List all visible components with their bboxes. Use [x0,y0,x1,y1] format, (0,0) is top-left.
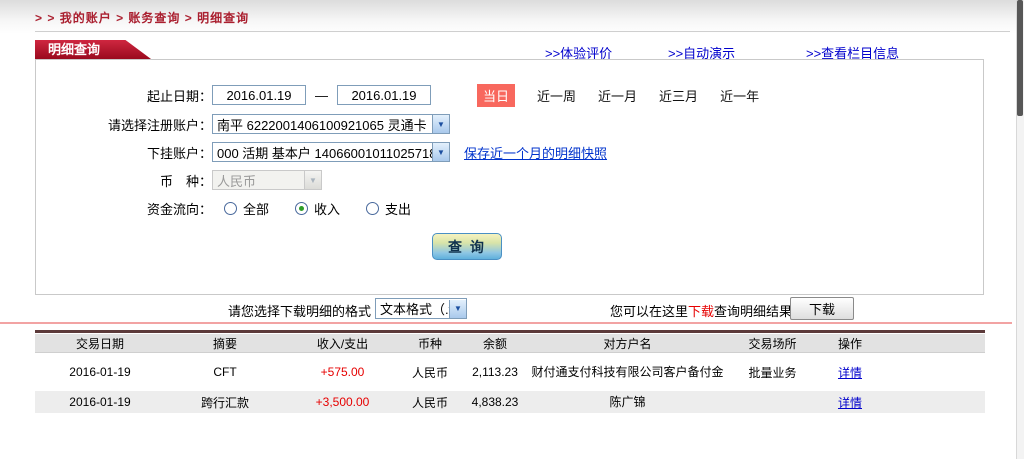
radio-flow-all[interactable] [224,202,237,215]
currency-value: 人民币 [213,171,304,190]
quick-range-today-badge[interactable]: 当日 [477,84,515,107]
col-header-currency: 币种 [400,335,460,352]
cell-date: 2016-01-19 [35,395,165,409]
breadcrumb-item-my-account[interactable]: 我的账户 [60,11,112,25]
cell-amount: +3,500.00 [285,395,400,409]
transactions-table: 交易日期 摘要 收入/支出 币种 余额 对方户名 交易场所 操作 2016-01… [35,334,985,413]
download-inline-link[interactable]: 下载 [688,304,714,319]
save-monthly-snapshot-link[interactable]: 保存近一个月的明细快照 [464,143,607,162]
cell-currency: 人民币 [400,394,460,411]
quick-range-quarter[interactable]: 近三月 [659,86,698,105]
cell-summary: 跨行汇款 [165,394,285,411]
cell-counterparty: 陈广锦 [530,393,725,411]
cell-currency: 人民币 [400,364,460,381]
download-result-hint: 您可以在这里下载查询明细结果 [610,301,792,320]
table-row: 2016-01-19 CFT +575.00 人民币 2,113.23 财付通支… [35,353,985,391]
cell-venue: 批量业务 [725,364,820,381]
tab-detail-query[interactable]: 明细查询 [35,40,151,59]
sub-account-row: 下挂账户： 000 活期 基本户 1406600101102571848 ▼ 保… [36,141,983,163]
sub-account-select[interactable]: 000 活期 基本户 1406600101102571848 ▼ [212,142,450,162]
quick-range-year[interactable]: 近一年 [720,86,759,105]
table-row: 2016-01-19 跨行汇款 +3,500.00 人民币 4,838.23 陈… [35,391,985,413]
link-auto-demo[interactable]: >>自动演示 [668,43,735,59]
table-header-row: 交易日期 摘要 收入/支出 币种 余额 对方户名 交易场所 操作 [35,334,985,353]
download-hint-pre: 您可以在这里 [610,304,688,319]
radio-flow-income-checked[interactable] [295,202,308,215]
col-header-counterparty: 对方户名 [530,335,725,352]
dropdown-arrow-icon[interactable]: ▼ [432,143,449,161]
fund-flow-label: 资金流向： [36,199,212,218]
download-format-value: 文本格式（.txt) [376,299,449,318]
date-range-row: 起止日期： — 当日 近一周 近一月 近三月 近一年 [36,84,983,106]
radio-flow-income-label[interactable]: 收入 [314,199,340,218]
table-top-bar [35,330,985,333]
detail-link[interactable]: 详情 [838,396,862,410]
sub-account-value: 000 活期 基本户 1406600101102571848 [213,143,432,162]
link-experience-rating[interactable]: >>体验评价 [545,43,612,59]
fund-flow-row: 资金流向： 全部 收入 支出 [36,197,983,219]
detail-link[interactable]: 详情 [838,366,862,380]
radio-flow-expense[interactable] [366,202,379,215]
registered-account-label: 请选择注册账户： [36,115,212,134]
breadcrumb-separator: > [185,11,193,25]
start-date-input[interactable] [212,85,306,105]
registered-account-value: 南平 6222001406100921065 灵通卡 [213,115,432,134]
col-header-action: 操作 [820,335,880,352]
download-button[interactable]: 下载 [790,297,854,320]
radio-flow-expense-label[interactable]: 支出 [385,199,411,218]
download-format-label: 请您选择下载明细的格式 [228,301,371,320]
cell-amount: +575.00 [285,365,400,379]
cell-balance: 4,838.23 [460,395,530,409]
breadcrumb-item-detail-query[interactable]: 明细查询 [197,11,249,25]
cell-balance: 2,113.23 [460,365,530,379]
breadcrumb: > > 我的账户 > 账务查询 > 明细查询 [35,9,249,26]
query-submit-button[interactable]: 查 询 [432,233,502,260]
radio-flow-all-label[interactable]: 全部 [243,199,269,218]
dropdown-arrow-icon: ▼ [304,171,321,189]
download-hint-post: 查询明细结果 [714,304,792,319]
quick-range-month[interactable]: 近一月 [598,86,637,105]
date-range-label: 起止日期： [36,86,212,105]
currency-row: 币 种： 人民币 ▼ [36,169,983,191]
col-header-balance: 余额 [460,335,530,352]
col-header-venue: 交易场所 [725,335,820,352]
breadcrumb-separator: > [116,11,124,25]
scrollbar-thumb[interactable] [1017,0,1023,116]
dropdown-arrow-icon[interactable]: ▼ [449,300,466,318]
query-form-panel: 起止日期： — 当日 近一周 近一月 近三月 近一年 请选择注册账户： 南平 6… [35,59,984,295]
col-header-date: 交易日期 [35,335,165,352]
col-header-summary: 摘要 [165,335,285,352]
dropdown-arrow-icon[interactable]: ▼ [432,115,449,133]
cell-counterparty: 财付通支付科技有限公司客户备付金 [530,363,725,381]
breadcrumb-item-account-query[interactable]: 账务查询 [128,11,180,25]
quick-range-week[interactable]: 近一周 [537,86,576,105]
download-format-select[interactable]: 文本格式（.txt) ▼ [375,298,467,319]
currency-select-disabled: 人民币 ▼ [212,170,322,190]
cell-summary: CFT [165,365,285,379]
cell-date: 2016-01-19 [35,365,165,379]
link-view-column-info[interactable]: >>查看栏目信息 [806,43,899,59]
clipped-top-right-text [945,0,1005,3]
horizontal-divider [35,31,1010,32]
registered-account-row: 请选择注册账户： 南平 6222001406100921065 灵通卡 ▼ [36,113,983,135]
end-date-input[interactable] [337,85,431,105]
breadcrumb-prefix: > > [35,11,55,25]
date-separator: — [315,88,328,103]
vertical-scrollbar[interactable] [1016,0,1024,459]
pink-divider [0,322,1012,324]
clipped-bottom-left-link[interactable] [76,455,132,459]
sub-account-label: 下挂账户： [36,143,212,162]
currency-label: 币 种： [36,171,212,190]
registered-account-select[interactable]: 南平 6222001406100921065 灵通卡 ▼ [212,114,450,134]
col-header-amount: 收入/支出 [285,335,400,352]
